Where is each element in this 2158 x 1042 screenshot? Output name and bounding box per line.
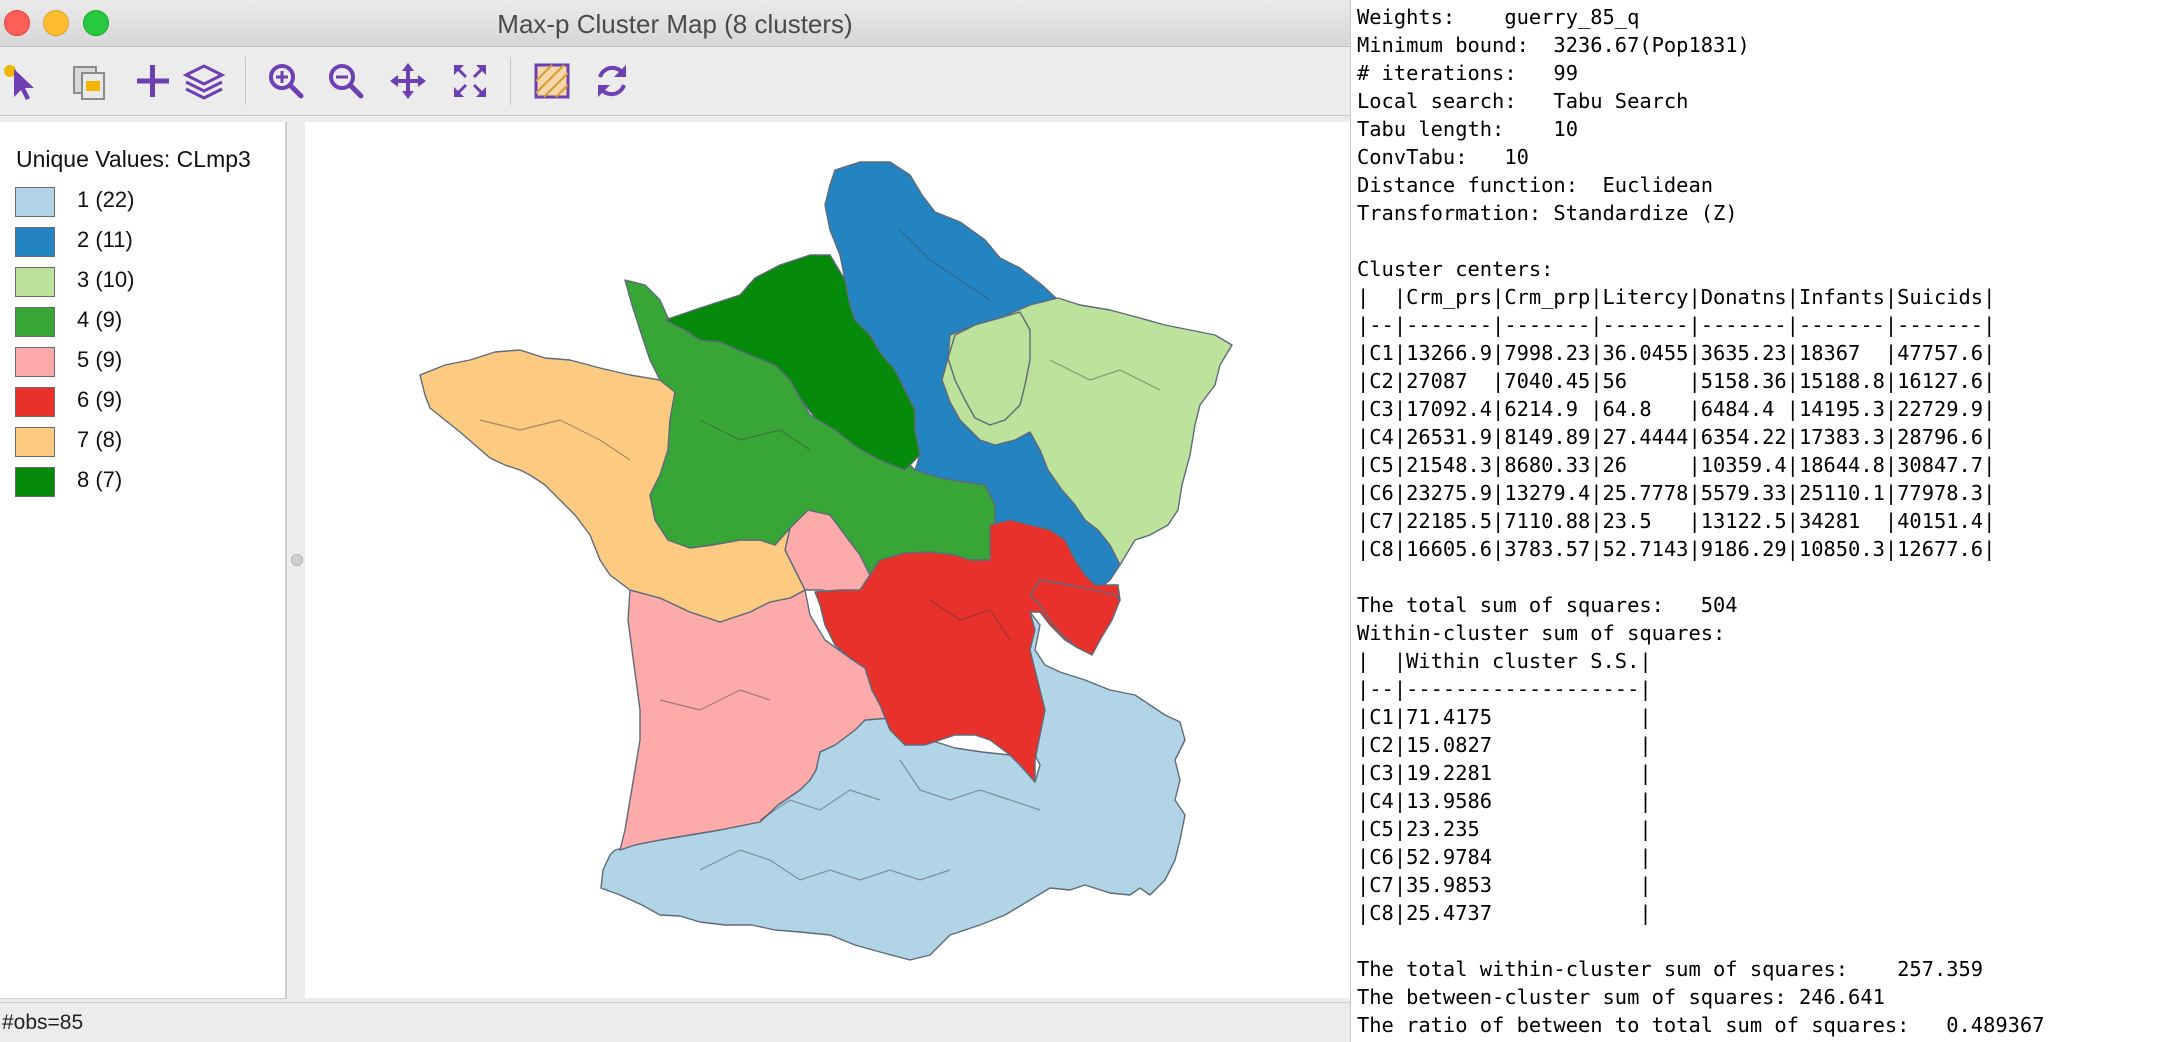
- toolbar: [0, 47, 1350, 116]
- report-line: | |Crm_prs|Crm_prp|Litercy|Donatns|Infan…: [1357, 285, 1996, 309]
- observation-count: #obs=85: [2, 1011, 84, 1034]
- window-title: Max-p Cluster Map (8 clusters): [497, 9, 853, 39]
- report-line: ​: [1357, 927, 2044, 955]
- layers-icon: [182, 64, 226, 100]
- report-line: |C8|16605.6|3783.57|52.7143|9186.29|1085…: [1357, 537, 1996, 561]
- selection-options-button[interactable]: [526, 55, 578, 107]
- legend-swatch: [15, 267, 55, 297]
- report-line: |C4|13.9586 |: [1357, 789, 1652, 813]
- map-canvas[interactable]: [305, 122, 1350, 998]
- legend-swatch: [15, 187, 55, 217]
- report-line: Cluster centers:: [1357, 257, 1554, 281]
- zoom-out-button[interactable]: [320, 55, 372, 107]
- report-line: |C3|19.2281 |: [1357, 761, 1652, 785]
- fit-extent-button[interactable]: [444, 55, 496, 107]
- legend-label: 5 (9): [77, 347, 123, 372]
- refresh-icon: [598, 65, 626, 97]
- legend-swatch: [15, 387, 55, 417]
- legend-panel: Unique Values: CLmp3 1 (22) 2 (11) 3 (10…: [0, 122, 287, 999]
- report-line: |C6|23275.9|13279.4|25.7778|5579.33|2511…: [1357, 481, 1996, 505]
- selection-options-icon: [534, 63, 570, 99]
- legend-swatch: [15, 307, 55, 337]
- report-line: |C7|35.9853 |: [1357, 873, 1652, 897]
- legend-label: 2 (11): [77, 227, 133, 252]
- report-line: Local search: Tabu Search: [1357, 89, 1689, 113]
- add-button[interactable]: [127, 55, 179, 107]
- report-line: |C2|15.0827 |: [1357, 733, 1652, 757]
- zoom-in-icon: [269, 64, 304, 99]
- report-line: The total within-cluster sum of squares:…: [1357, 957, 1984, 981]
- map-window: Max-p Cluster Map (8 clusters) Unique Va…: [0, 0, 1351, 1042]
- report-line: The between-cluster sum of squares: 246.…: [1357, 985, 1885, 1009]
- report-line: Transformation: Standardize (Z): [1357, 201, 1738, 225]
- legend-swatch: [15, 467, 55, 497]
- report-line: The ratio of between to total sum of squ…: [1357, 1013, 2045, 1037]
- report-line: |C5|21548.3|8680.33|26 |10359.4|18644.8|…: [1357, 453, 1996, 477]
- zoom-out-icon: [329, 64, 364, 99]
- report-line: | |Within cluster S.S.|: [1357, 649, 1652, 673]
- report-line: Distance function: Euclidean: [1357, 173, 1714, 197]
- layers-button[interactable]: [178, 55, 230, 107]
- report-line: |C1|71.4175 |: [1357, 705, 1652, 729]
- report-line: |C3|17092.4|6214.9 |64.8 |6484.4 |14195.…: [1357, 397, 1996, 421]
- status-bar: #obs=85: [0, 1002, 1350, 1042]
- report-line: |C1|13266.9|7998.23|36.0455|3635.23|1836…: [1357, 341, 1996, 365]
- legend-label: 7 (8): [77, 427, 123, 452]
- panel-splitter[interactable]: [287, 122, 305, 998]
- report-line: Weights: guerry_85_q: [1357, 5, 1640, 29]
- select-tool-button[interactable]: [0, 55, 48, 107]
- legend-title: Unique Values: CLmp3: [16, 146, 251, 172]
- report-line: |C8|25.4737 |: [1357, 901, 1652, 925]
- copy-image-icon: [73, 66, 105, 100]
- legend-swatch: [15, 227, 55, 257]
- pan-button[interactable]: [382, 55, 434, 107]
- toolbar-separator: [245, 57, 246, 105]
- report-line: |C7|22185.5|7110.88|23.5 |13122.5|34281 …: [1357, 509, 1996, 533]
- pan-icon: [390, 63, 426, 99]
- report-text: Weights: guerry_85_q Minimum bound: 3236.…: [1357, 3, 2044, 1039]
- report-line: |C6|52.9784 |: [1357, 845, 1652, 869]
- refresh-button[interactable]: [586, 55, 638, 107]
- report-line: Within-cluster sum of squares:: [1357, 621, 1726, 645]
- report-line: The total sum of squares: 504: [1357, 593, 1738, 617]
- report-line: |C5|23.235 |: [1357, 817, 1652, 841]
- legend-label: 8 (7): [77, 467, 123, 492]
- report-line: Minimum bound: 3236.67(Pop1831): [1357, 33, 1750, 57]
- report-line: ​: [1357, 563, 2044, 591]
- legend-swatch: [15, 427, 55, 457]
- report-line: |C4|26531.9|8149.89|27.4444|6354.22|1738…: [1357, 425, 1996, 449]
- legend-swatch: [15, 347, 55, 377]
- legend-label: 4 (9): [77, 307, 123, 332]
- splitter-handle[interactable]: [291, 554, 303, 566]
- report-line: # iterations: 99: [1357, 61, 1578, 85]
- cluster-map[interactable]: [305, 122, 1350, 998]
- copy-image-button[interactable]: [64, 55, 116, 107]
- add-icon: [137, 65, 169, 97]
- report-line: |C2|27087 |7040.45|56 |5158.36|15188.8|1…: [1357, 369, 1996, 393]
- toolbar-separator: [510, 57, 511, 105]
- legend-label: 1 (22): [77, 187, 135, 212]
- select-tool-icon: [4, 65, 34, 100]
- report-line: Tabu length: 10: [1357, 117, 1578, 141]
- report-line: |--|-------------------|: [1357, 677, 1652, 701]
- title-bar: Max-p Cluster Map (8 clusters): [0, 0, 1350, 47]
- fit-extent-icon: [454, 65, 486, 97]
- legend-label: 6 (9): [77, 387, 123, 412]
- report-line: ConvTabu: 10: [1357, 145, 1529, 169]
- cluster-report: Weights: guerry_85_q Minimum bound: 3236.…: [1357, 0, 2157, 1042]
- legend-label: 3 (10): [77, 267, 135, 292]
- zoom-in-button[interactable]: [260, 55, 312, 107]
- report-line: |--|-------|-------|-------|-------|----…: [1357, 313, 1996, 337]
- report-line: ​: [1357, 227, 2044, 255]
